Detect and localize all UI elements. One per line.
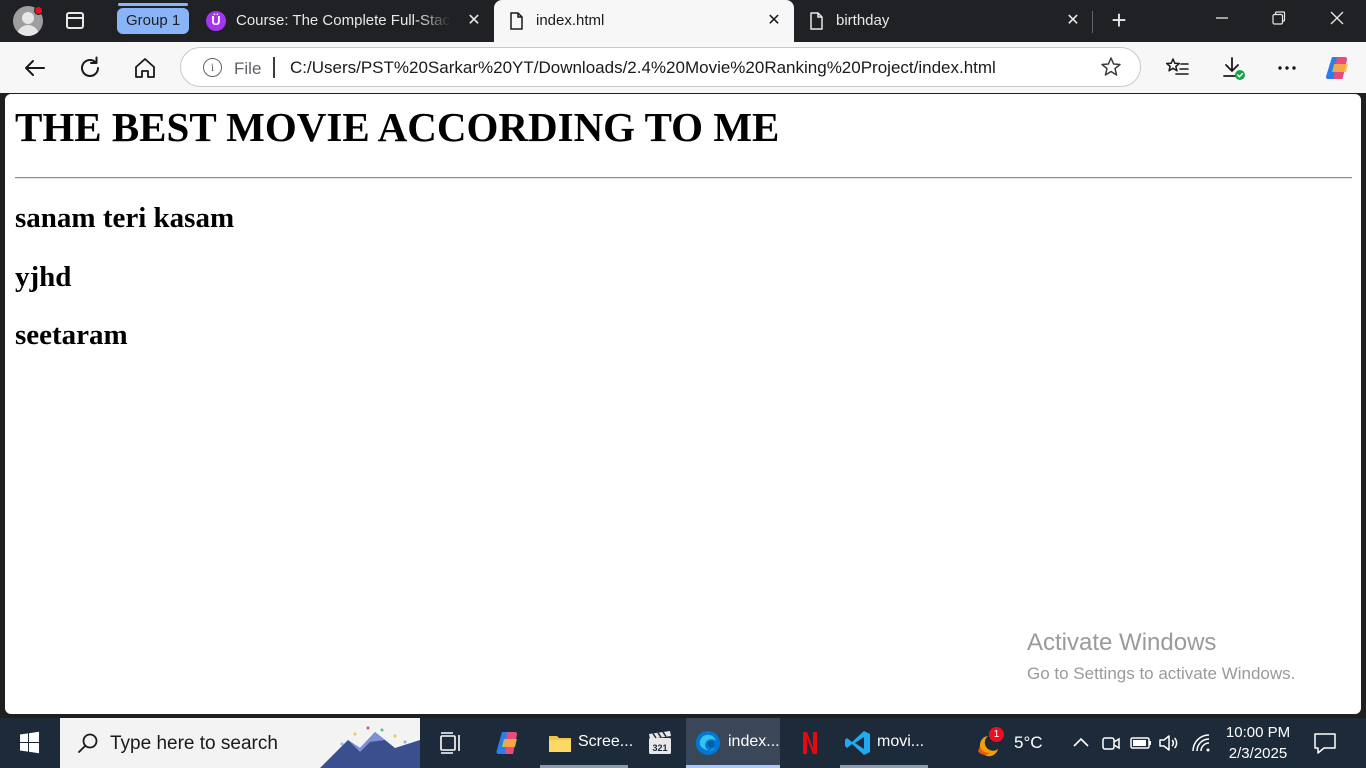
- weather-badge: 1: [989, 727, 1004, 742]
- taskbar-app-label: index...: [728, 733, 780, 750]
- close-window-button[interactable]: [1309, 0, 1365, 42]
- search-icon: [78, 733, 98, 753]
- taskbar-app-vscode[interactable]: movi...: [840, 718, 928, 768]
- system-clock[interactable]: 10:00 PM 2/3/2025: [1222, 722, 1294, 764]
- wifi-icon[interactable]: [1189, 731, 1213, 755]
- close-tab-icon[interactable]: ✕: [764, 11, 784, 31]
- movie-item: yjhd: [15, 261, 72, 293]
- tab-group-indicator: [118, 3, 188, 6]
- tab-strip: Group 1 Ü Course: The Complete Full-Stac…: [0, 0, 1366, 44]
- clapperboard-icon: 321: [649, 731, 671, 754]
- tab-title: Course: The Complete Full-Stack Web Deve…: [236, 12, 451, 29]
- tab-separator: [1092, 11, 1093, 33]
- home-icon[interactable]: [130, 53, 160, 83]
- copilot-taskbar-button[interactable]: [484, 718, 532, 768]
- new-tab-button[interactable]: +: [1106, 7, 1132, 34]
- meet-now-camera-icon[interactable]: [1099, 731, 1123, 755]
- back-icon[interactable]: [20, 53, 50, 83]
- taskbar: Type here to search Scree... 321 index..…: [0, 718, 1366, 768]
- file-explorer-icon: [549, 736, 571, 752]
- refresh-icon[interactable]: [75, 53, 105, 83]
- taskbar-app-media-player[interactable]: 321: [636, 718, 684, 768]
- file-icon: [510, 12, 523, 30]
- vscode-icon: [845, 731, 870, 755]
- windows-start-icon[interactable]: [0, 718, 58, 768]
- restore-icon: [1272, 11, 1286, 25]
- profile-notification-dot: [34, 6, 43, 15]
- address-url[interactable]: C:/Users/PST%20Sarkar%20YT/Downloads/2.4…: [290, 58, 996, 78]
- edge-icon: [696, 731, 720, 755]
- svg-text:321: 321: [652, 743, 667, 753]
- udemy-icon: Ü: [206, 11, 226, 31]
- search-placeholder: Type here to search: [110, 733, 278, 754]
- taskbar-search-box[interactable]: Type here to search: [60, 718, 420, 768]
- show-hidden-icons-chevron-up-icon[interactable]: [1069, 731, 1093, 755]
- taskbar-app-edge[interactable]: index...: [686, 718, 780, 768]
- file-icon: [810, 12, 823, 30]
- restore-button[interactable]: [1251, 0, 1307, 42]
- clock-time: 10:00 PM: [1225, 724, 1291, 741]
- close-icon: [1330, 11, 1344, 25]
- tab-title: birthday: [836, 12, 890, 29]
- copilot-icon[interactable]: [1323, 53, 1353, 83]
- divider: [15, 177, 1352, 179]
- tab-index-html[interactable]: index.html ✕: [494, 0, 794, 44]
- task-view-icon: [440, 732, 460, 754]
- address-divider: [273, 57, 275, 78]
- minimize-button[interactable]: [1194, 0, 1250, 42]
- taskbar-app-label: movi...: [877, 733, 925, 750]
- page-viewport: THE BEST MOVIE ACCORDING TO ME sanam ter…: [5, 94, 1361, 714]
- taskbar-app-netflix[interactable]: [786, 718, 834, 768]
- browser-toolbar: i File C:/Users/PST%20Sarkar%20YT/Downlo…: [0, 42, 1366, 93]
- tab-birthday[interactable]: birthday ✕: [794, 0, 1094, 42]
- address-scheme-label: File: [234, 59, 262, 78]
- close-tab-icon[interactable]: ✕: [1063, 11, 1083, 31]
- weather-temperature[interactable]: 5°C: [1014, 733, 1043, 753]
- taskbar-app-label: Scree...: [578, 733, 634, 750]
- more-options-icon[interactable]: [1272, 53, 1302, 83]
- tab-group-chip[interactable]: Group 1: [117, 8, 190, 34]
- movie-item: sanam teri kasam: [15, 202, 235, 234]
- minimize-icon: [1216, 17, 1228, 19]
- address-bar[interactable]: i File C:/Users/PST%20Sarkar%20YT/Downlo…: [180, 47, 1141, 87]
- battery-icon[interactable]: [1129, 731, 1153, 755]
- notification-center-icon[interactable]: [1312, 730, 1338, 756]
- task-view-button[interactable]: [426, 718, 474, 768]
- favorite-star-icon[interactable]: [1099, 55, 1123, 79]
- clock-date: 2/3/2025: [1228, 745, 1288, 762]
- copilot-icon: [496, 731, 518, 755]
- netflix-icon: [803, 732, 817, 754]
- tab-title: index.html: [536, 12, 605, 29]
- tab-actions-icon[interactable]: [63, 9, 87, 33]
- movie-item: seetaram: [15, 319, 128, 351]
- taskbar-app-file-explorer[interactable]: Scree...: [540, 718, 633, 768]
- activate-windows-title: Activate Windows: [1027, 629, 1217, 656]
- page-heading: THE BEST MOVIE ACCORDING TO ME: [15, 104, 780, 150]
- activate-windows-subtitle: Go to Settings to activate Windows.: [1027, 664, 1296, 683]
- downloads-icon[interactable]: [1218, 53, 1248, 83]
- site-info-icon[interactable]: i: [203, 58, 222, 77]
- search-highlight-art-icon: [320, 718, 420, 768]
- tab-udemy-course[interactable]: Ü Course: The Complete Full-Stack Web De…: [194, 0, 492, 42]
- close-tab-icon[interactable]: ✕: [464, 11, 484, 31]
- volume-icon[interactable]: [1157, 731, 1181, 755]
- favorites-icon[interactable]: [1162, 53, 1192, 83]
